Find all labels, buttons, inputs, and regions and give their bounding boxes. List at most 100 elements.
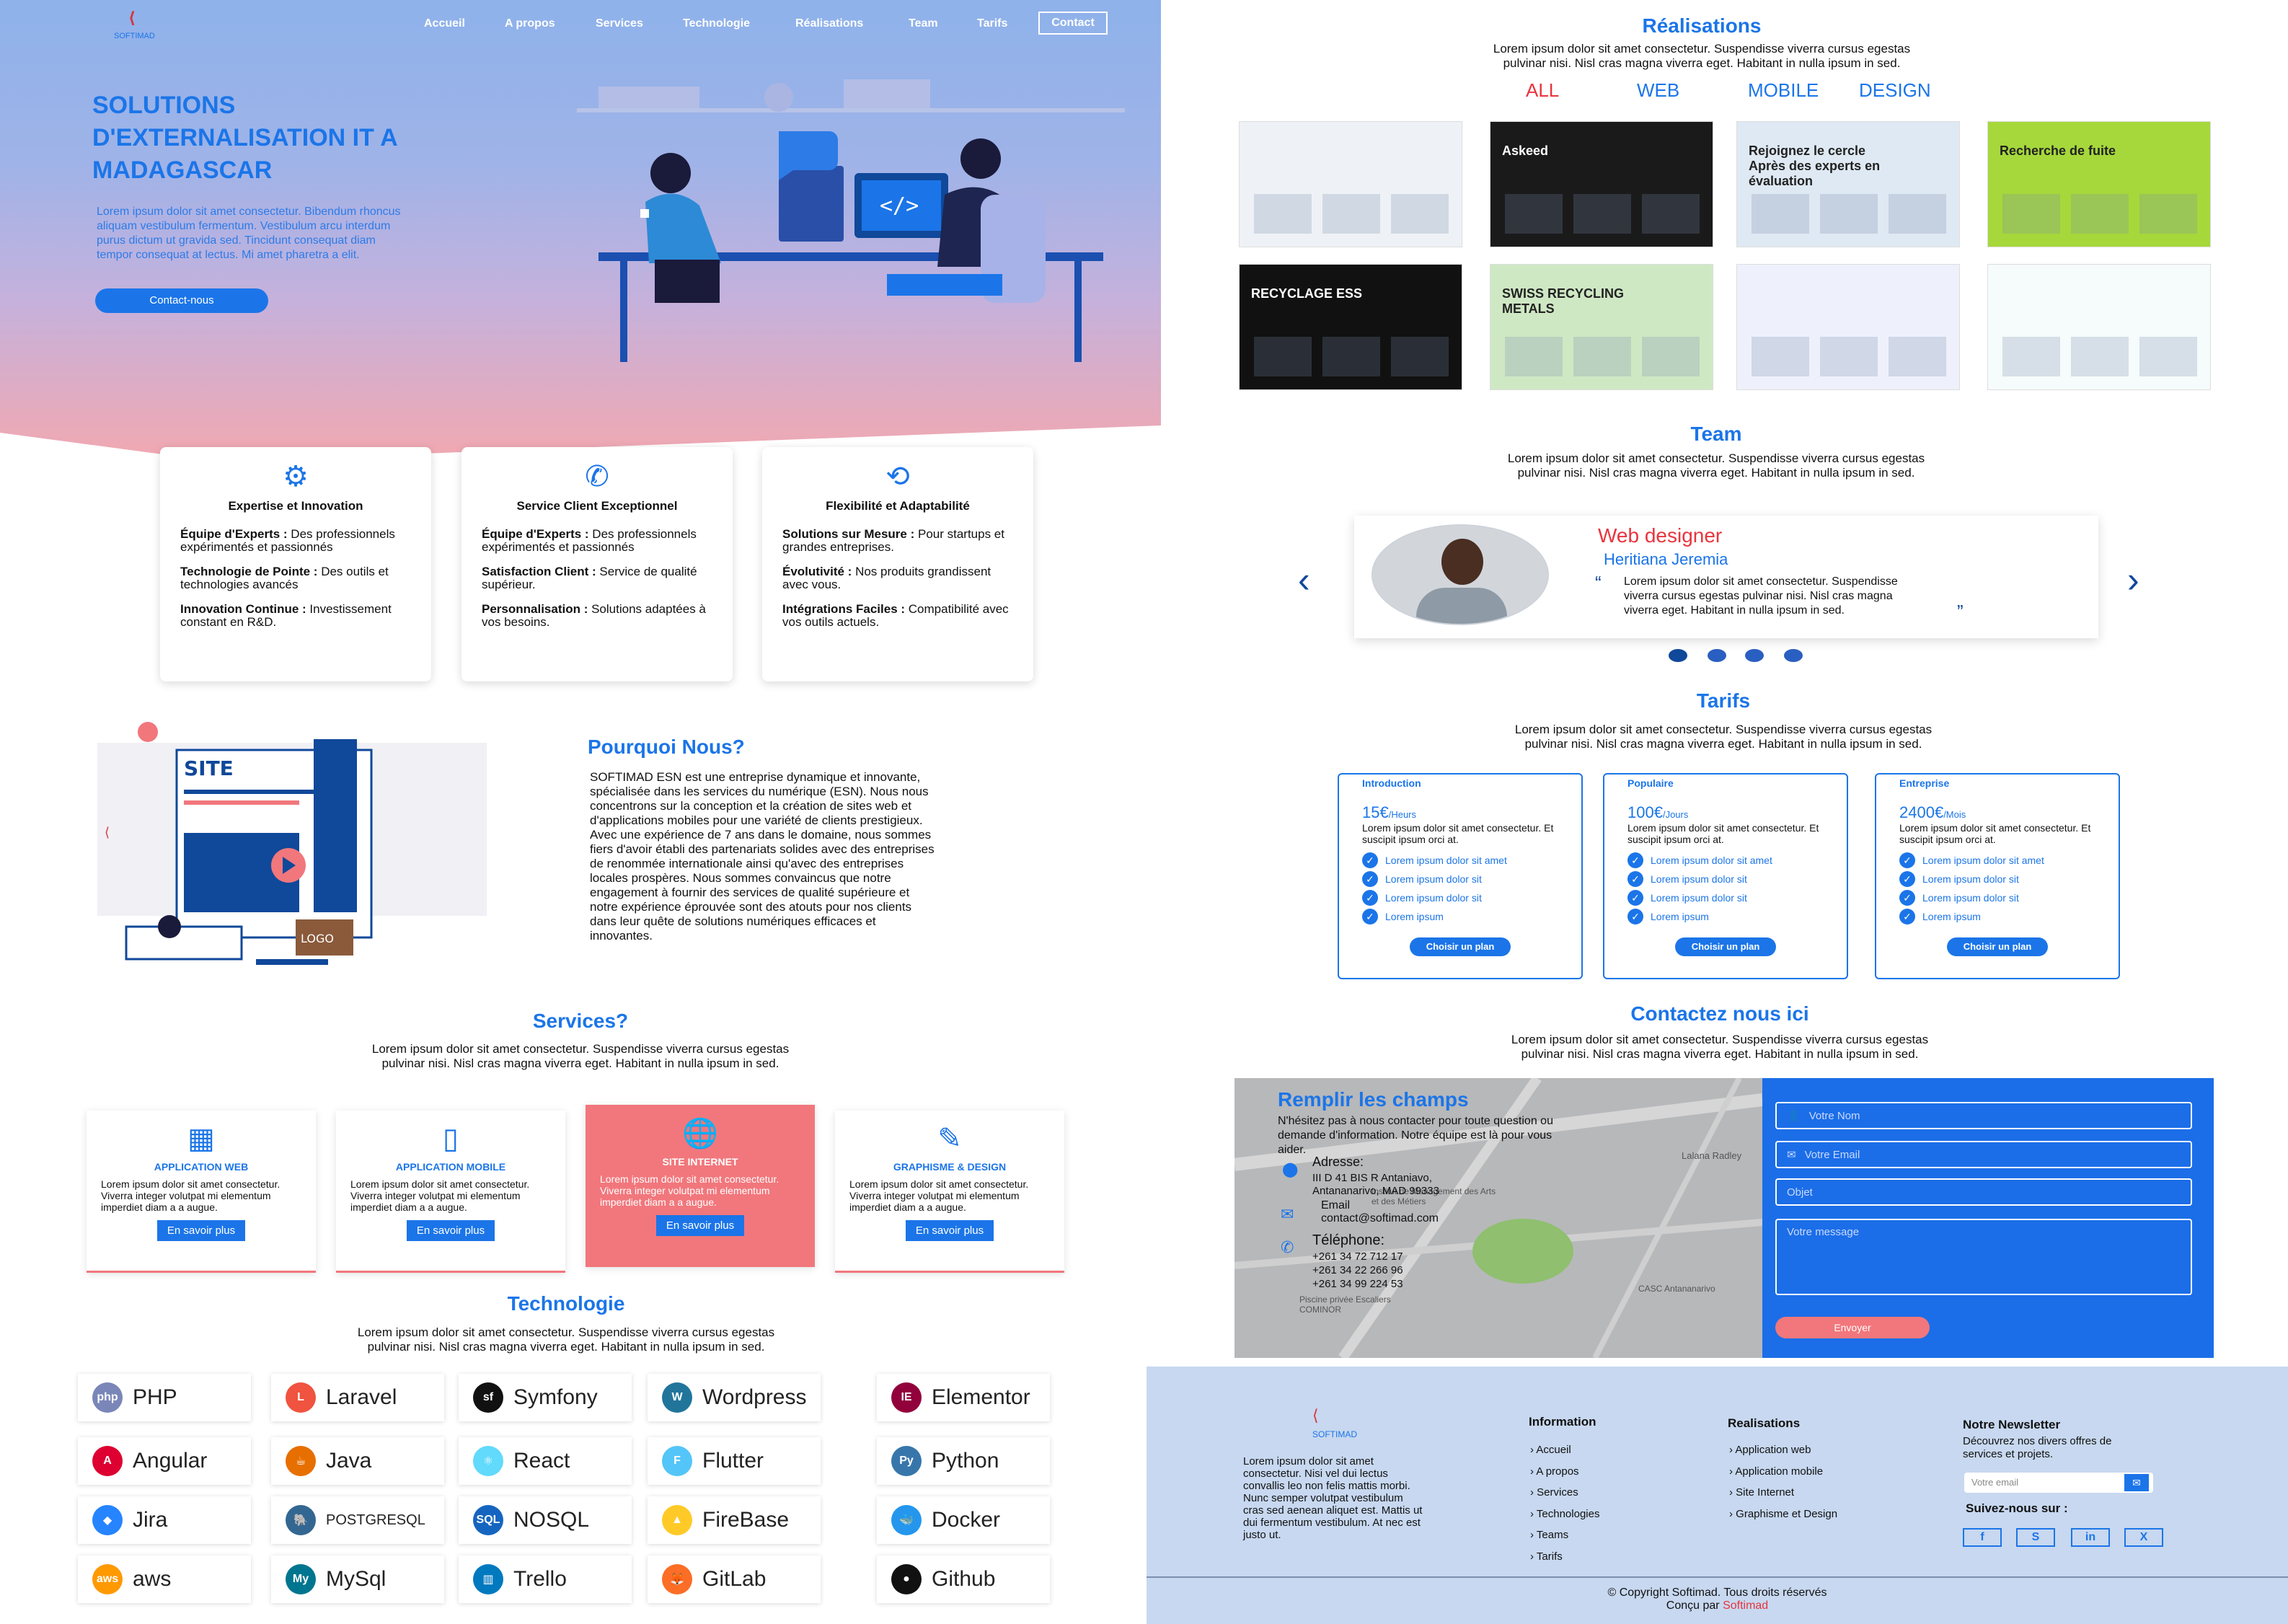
technology-desc: Lorem ipsum dolor sit amet consectetur. … [357,1325,775,1354]
feature-item: Équipe d'Experts : Des professionnels ex… [180,527,395,554]
footer-link[interactable]: › Site Internet [1729,1482,1837,1504]
check-icon: ✓ [1362,852,1378,868]
footer-newsletter-text: Découvrez nos divers offres de services e… [1963,1435,2112,1460]
site-logo[interactable]: ⟨ SOFTIMAD [108,9,166,45]
project-thumbnail[interactable]: SWISS RECYCLING METALS [1490,264,1713,390]
footer-link[interactable]: › Application web [1729,1439,1837,1461]
filter-design[interactable]: DESIGN [1859,79,1931,102]
project-thumbnail[interactable] [1736,264,1960,390]
nav-contact-button[interactable]: Contact [1038,12,1108,35]
hero-contact-button[interactable]: Contact-nous [95,288,268,313]
project-thumbnail[interactable] [1239,121,1462,247]
service-more-button[interactable]: En savoir plus [655,1215,745,1236]
x-twitter-icon[interactable]: X [2124,1528,2163,1547]
prev-arrow-icon[interactable]: ‹ [1298,559,1310,601]
thumbnail-block [1254,194,1312,234]
contact-map[interactable]: Lalana Radley Piscine privée Escaliers C… [1234,1078,1762,1358]
nav-link-tarifs[interactable]: Tarifs [977,17,1007,30]
email-input[interactable]: ✉ Votre Email [1775,1141,2192,1168]
linkedin-icon[interactable]: in [2071,1528,2110,1547]
php-icon: php [92,1382,123,1413]
tech-item: Py Python [877,1437,1050,1485]
nav-link-technologie[interactable]: Technologie [683,17,750,30]
laravel-icon: L [286,1382,316,1413]
name-input[interactable]: 👤 Votre Nom [1775,1102,2192,1129]
filter-web[interactable]: WEB [1637,79,1679,102]
footer-link[interactable]: › Application mobile [1729,1461,1837,1483]
nav-link-team[interactable]: Team [909,17,938,30]
thumbnail-block [1391,337,1449,376]
service-more-button[interactable]: En savoir plus [406,1220,495,1241]
nav-link-services[interactable]: Services [596,17,643,30]
plan-feature: ✓ Lorem ipsum dolor sit [1362,888,1558,907]
project-caption: Recherche de fuite [2000,144,2116,158]
project-thumbnail[interactable]: RECYCLAGE ESS [1239,264,1462,390]
footer-information-title: Information [1529,1415,1596,1429]
subject-input[interactable]: Objet [1775,1178,2192,1206]
tech-item: aws aws [78,1555,251,1603]
next-arrow-icon[interactable]: › [2127,559,2139,601]
nav-link-realisations[interactable]: Réalisations [795,17,863,30]
thumbnail-block [2139,337,2197,376]
check-icon: ✓ [1627,909,1643,924]
footer-made-by-link[interactable]: Softimad [1723,1599,1768,1612]
send-button[interactable]: Envoyer [1775,1317,1930,1338]
feature-title: Service Client Exceptionnel [516,499,678,513]
project-thumbnail[interactable] [1987,264,2211,390]
project-thumbnail[interactable]: Askeed [1490,121,1713,247]
check-icon: ✓ [1362,909,1378,924]
check-icon: ✓ [1899,871,1915,887]
filter-mobile[interactable]: MOBILE [1748,79,1819,102]
carousel-dot[interactable] [1745,649,1764,662]
nav-link-a-propos[interactable]: A propos [505,17,555,30]
facebook-icon[interactable]: f [1963,1528,2002,1547]
tech-item: 🐘 POSTGRESQL [271,1496,444,1544]
project-caption: RECYCLAGE ESS [1251,286,1363,301]
check-icon: ✓ [1362,890,1378,906]
service-more-button[interactable]: En savoir plus [156,1220,246,1241]
footer-link[interactable]: › Teams [1530,1524,1599,1546]
tech-name: Flutter [702,1449,764,1473]
tech-item: 🐳 Docker [877,1496,1050,1544]
footer-link[interactable]: › Services [1530,1482,1599,1504]
choose-plan-button[interactable]: Choisir un plan [1947,937,2048,956]
skype-icon[interactable]: S [2016,1528,2055,1547]
plan-name: Populaire [1627,777,1674,789]
footer-link[interactable]: › A propos [1530,1461,1599,1483]
check-icon: ✓ [1899,890,1915,906]
carousel-dot[interactable] [1784,649,1803,662]
message-textarea[interactable]: Votre message [1775,1219,2192,1295]
github-icon: ● [891,1564,922,1594]
realisations-title: Réalisations [1642,14,1762,37]
carousel-dot[interactable] [1708,649,1726,662]
newsletter-send-icon[interactable]: ✉ [2124,1474,2149,1491]
tech-name: Python [932,1449,999,1473]
carousel-dot[interactable] [1669,649,1687,662]
nav-link-accueil[interactable]: Accueil [424,17,465,30]
thumbnail-block [2002,194,2060,234]
footer-link[interactable]: › Graphisme et Design [1729,1504,1837,1525]
thumbnail-block [2071,194,2129,234]
footer-link[interactable]: › Accueil [1530,1439,1599,1461]
tech-item: My MySql [271,1555,444,1603]
java-icon: ☕ [286,1446,316,1476]
contact-desc: Lorem ipsum dolor sit amet consectetur. … [1511,1033,1929,1061]
feature-card-expertise: ⚙ Expertise et Innovation Équipe d'Exper… [160,447,431,681]
mysql-icon: My [286,1564,316,1594]
filter-all[interactable]: ALL [1526,79,1559,102]
footer-link[interactable]: › Technologies [1530,1504,1599,1525]
thumbnail-block [1322,194,1380,234]
project-thumbnail[interactable]: Rejoignez le cercle Après des experts en… [1736,121,1960,247]
choose-plan-button[interactable]: Choisir un plan [1410,937,1511,956]
choose-plan-button[interactable]: Choisir un plan [1675,937,1776,956]
email-value[interactable]: contact@softimad.com [1321,1212,1439,1225]
design-icon: ✎ [937,1123,962,1155]
footer-link[interactable]: › Tarifs [1530,1546,1599,1568]
service-more-button[interactable]: En savoir plus [905,1220,994,1241]
tech-item: sf Symfony [459,1374,632,1421]
service-title: APPLICATION WEB [154,1161,249,1173]
feature-item: Équipe d'Experts : Des professionnels ex… [482,527,697,554]
tech-name: MySql [326,1567,387,1591]
feature-item: Innovation Continue : Investissement con… [180,602,392,629]
project-thumbnail[interactable]: Recherche de fuite [1987,121,2211,247]
